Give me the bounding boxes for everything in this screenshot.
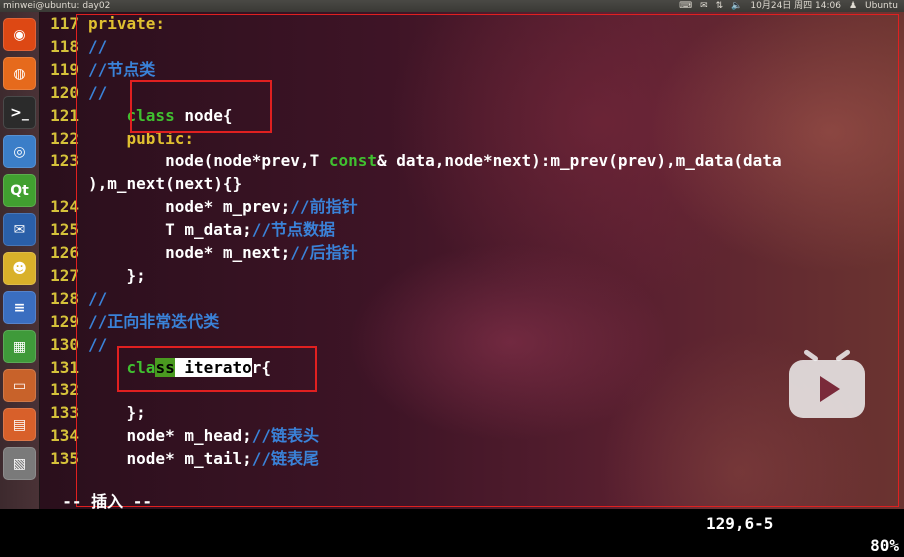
clock[interactable]: 10月24日 周四 14:06 [750, 0, 841, 12]
vim-status-line: -- 插入 -- 129,6-5 80% [43, 469, 903, 555]
code-token: // [88, 288, 108, 308]
writer-icon[interactable]: ≡ [3, 291, 36, 324]
line-number: 127 [50, 265, 79, 285]
code-line[interactable]: 128 // [43, 288, 107, 310]
code-token: node* m_prev; [88, 197, 291, 217]
calc-icon[interactable]: ▦ [3, 330, 36, 363]
volume-icon[interactable]: 🔈 [731, 0, 742, 12]
code-token: //前指针 [290, 197, 358, 217]
line-number: 123 [50, 151, 79, 171]
code-token: }; [88, 403, 146, 423]
code-token: // [88, 82, 108, 102]
code-token: // [88, 36, 108, 56]
code-token: node(node*prev, [88, 151, 310, 171]
software-center-icon[interactable]: ▤ [3, 408, 36, 441]
code-token: & data,node*next):m_prev(prev),m_data(da… [377, 151, 782, 171]
chromium-icon[interactable]: ◎ [3, 135, 36, 168]
code-line[interactable]: 123 node(node*prev,T const& data,node*ne… [43, 150, 782, 172]
code-line[interactable]: 129 //正向非常迭代类 [43, 311, 219, 333]
line-number: 129 [50, 311, 79, 331]
unity-launcher: ◉ ◍ >_ ◎ Qt ✉ ☻ ≡ ▦ ▭ ▤ ▧ [0, 12, 40, 509]
line-number: 121 [50, 105, 79, 125]
ubuntu-logo-icon[interactable]: ◉ [3, 18, 36, 51]
vim-mode: -- 插入 -- [62, 492, 153, 511]
code-token: }; [88, 265, 146, 285]
line-number: 117 [50, 14, 79, 33]
code-line[interactable]: 130 // [43, 334, 107, 356]
code-line[interactable]: 118 // [43, 36, 107, 58]
line-number: 125 [50, 220, 79, 240]
scroll-percent: 80% [870, 536, 899, 555]
code-token: //后指针 [290, 243, 358, 262]
code-token: const [328, 151, 377, 171]
window-title: minwei@ubuntu: day02 [3, 1, 111, 11]
code-line[interactable]: 119 //节点类 [43, 59, 155, 81]
code-token: //节点数据 [251, 220, 336, 240]
code-token: // [88, 334, 108, 354]
line-number: 131 [50, 357, 79, 377]
line-number: 120 [50, 82, 79, 102]
code-token: T m_data; [88, 220, 252, 240]
top-panel: minwei@ubuntu: day02 ⌨ ✉ ⇅ 🔈 10月24日 周四 1… [0, 0, 904, 12]
line-number: 119 [50, 59, 79, 79]
system-tray: ⌨ ✉ ⇅ 🔈 10月24日 周四 14:06 ♟ Ubuntu [679, 0, 898, 12]
mail-icon[interactable]: ✉ [700, 0, 708, 12]
code-token: T [309, 151, 329, 171]
code-token: node* m_tail; [88, 449, 252, 469]
user-name[interactable]: Ubuntu [865, 0, 898, 12]
code-line[interactable]: 117 private: [43, 13, 165, 35]
highlight-box-class-iterator [117, 346, 317, 392]
code-line[interactable]: 125 T m_data;//节点数据 [43, 219, 335, 241]
code-token: //正向非常迭代类 [88, 311, 220, 331]
line-number: 130 [50, 334, 79, 354]
code-line[interactable]: 134 node* m_head;//链表头 [43, 425, 319, 447]
code-token: node* m_next; [88, 243, 291, 262]
line-number: 124 [50, 197, 79, 217]
line-number: 126 [50, 243, 79, 262]
code-token: node* m_head; [88, 426, 252, 446]
terminal-icon[interactable]: >_ [3, 96, 36, 129]
code-line[interactable]: 133 }; [43, 402, 146, 424]
highlight-box-class-node [130, 80, 272, 133]
code-line[interactable]: 120 // [43, 82, 107, 104]
line-number: 132 [50, 380, 79, 400]
line-number: 133 [50, 403, 79, 423]
code-token: private: [88, 14, 166, 33]
code-line[interactable]: ),m_next(next){} [43, 173, 242, 195]
line-number: 135 [50, 449, 79, 469]
code-line[interactable]: 127 }; [43, 265, 146, 287]
code-token: //节点类 [88, 59, 156, 79]
line-number: 134 [50, 426, 79, 446]
user-icon: ♟ [848, 1, 858, 11]
code-token: ),m_next(next){} [88, 174, 243, 194]
code-line[interactable]: 126 node* m_next;//后指针 [43, 242, 358, 264]
pidgin-icon[interactable]: ☻ [3, 252, 36, 285]
code-token: //链表头 [251, 426, 320, 446]
line-number: 118 [50, 36, 79, 56]
code-line[interactable]: 135 node* m_tail;//链表尾 [43, 448, 319, 470]
play-icon[interactable] [789, 348, 865, 418]
keyboard-icon[interactable]: ⌨ [679, 0, 692, 12]
line-number: 128 [50, 288, 79, 308]
firefox-icon[interactable]: ◍ [3, 57, 36, 90]
code-line[interactable]: 124 node* m_prev;//前指针 [43, 196, 358, 218]
qt-creator-icon[interactable]: Qt [3, 174, 36, 207]
network-icon[interactable]: ⇅ [716, 0, 724, 12]
code-line[interactable]: 132 [43, 379, 88, 401]
line-number: 122 [50, 128, 79, 148]
thunderbird-icon[interactable]: ✉ [3, 213, 36, 246]
impress-icon[interactable]: ▭ [3, 369, 36, 402]
cursor-position: 129,6-5 [706, 514, 774, 533]
code-token: //链表尾 [251, 449, 320, 469]
workspace-switcher-icon[interactable]: ▧ [3, 447, 36, 480]
